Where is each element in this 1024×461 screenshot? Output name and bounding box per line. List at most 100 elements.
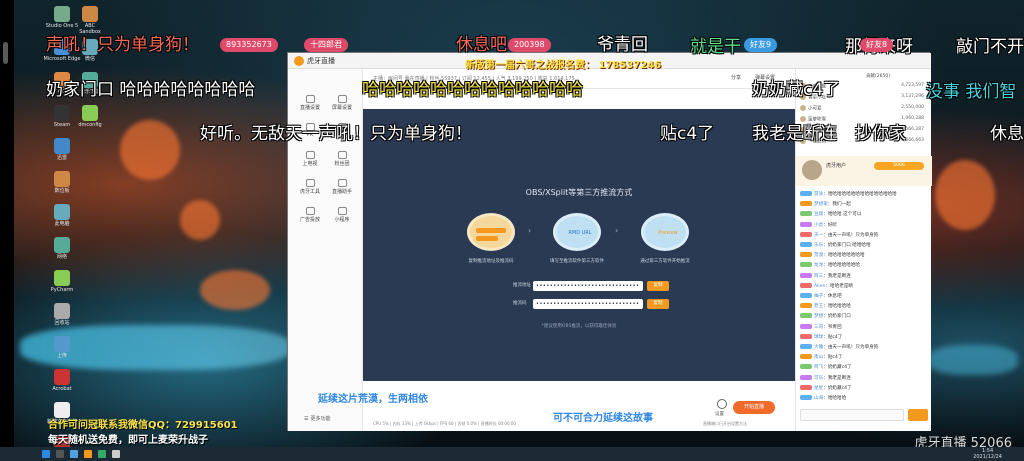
- windows-start-icon[interactable]: [42, 450, 50, 458]
- stream-url-field[interactable]: ••••••••••••••••••••••••••••••: [533, 281, 643, 291]
- desktop-shortcut-label: dmconfig: [78, 122, 102, 128]
- chat-message: 球球：贴c4了: [800, 333, 928, 343]
- gift-user-name: 虎牙用户: [826, 163, 847, 169]
- desktop-shortcut[interactable]: 迅雷: [40, 138, 84, 169]
- send-button[interactable]: [908, 409, 928, 421]
- nav-item[interactable]: 屏幕设置: [326, 93, 358, 115]
- port-tip-link[interactable]: 直播端口已开启设置方法: [703, 421, 747, 427]
- tiger-logo-icon: [294, 56, 304, 66]
- wechat-icon[interactable]: [98, 450, 106, 458]
- chat-user[interactable]: 老王: [814, 304, 823, 309]
- gear-icon[interactable]: [717, 399, 727, 409]
- nav-item[interactable]: 粉丝团: [326, 149, 358, 171]
- chat-user[interactable]: 小虎: [814, 223, 823, 228]
- fan-badge: [800, 282, 812, 288]
- chat-message: 三哥：爷青回: [800, 323, 928, 333]
- desktop-shortcut-label: 网络: [56, 254, 67, 260]
- edge-icon[interactable]: [70, 450, 78, 458]
- desktop-shortcut[interactable]: 上传: [40, 336, 84, 367]
- chat-message: 星星：奶奶藏c4了: [800, 384, 928, 394]
- chat-user[interactable]: 三哥: [814, 325, 823, 330]
- nav-item[interactable]: 小程序: [326, 205, 358, 227]
- fan-badge: [800, 313, 812, 319]
- desktop-shortcut[interactable]: 数位板: [40, 171, 84, 202]
- chat-user[interactable]: 山海: [814, 396, 823, 401]
- folder-icon[interactable]: [112, 450, 120, 458]
- nav-item[interactable]: 直播助手: [326, 177, 358, 199]
- settings-label: 设置: [715, 412, 724, 417]
- danmaku-badge: 十四郎君: [304, 38, 348, 52]
- copy-key-button[interactable]: 复制: [647, 299, 669, 309]
- desktop-shortcut[interactable]: Acrobat: [40, 369, 84, 400]
- search-icon[interactable]: [56, 450, 64, 458]
- fan-badge: [800, 374, 812, 380]
- nav-icon: [305, 151, 315, 159]
- chat-user[interactable]: 柚子: [814, 294, 823, 299]
- chat-user[interactable]: 阿飞: [814, 365, 823, 370]
- lake: [928, 345, 1018, 375]
- chat-user[interactable]: 豆腐: [814, 212, 823, 217]
- nav-item-label: 粉丝团: [334, 161, 350, 167]
- chat-text: 我老是断连: [827, 273, 851, 279]
- chat-message: 游泳：哈哈哈哈哈哈哈哈哈哈哈哈哈哈哈: [800, 191, 928, 200]
- nav-item[interactable]: 直播设置: [294, 93, 326, 115]
- nav-item-label: 广告投放: [299, 217, 320, 223]
- chat-user[interactable]: 梦想: [814, 314, 823, 319]
- chat-message: 天一：由天一声吼！只为单身狗: [800, 231, 928, 241]
- start-live-button[interactable]: 开始直播: [733, 401, 775, 414]
- chat-user[interactable]: 游泳: [814, 192, 823, 197]
- chat-text: 奶奶藏c4了: [827, 385, 852, 391]
- desktop-shortcut[interactable]: 此电脑: [40, 204, 84, 235]
- desktop-shortcut[interactable]: 回收站: [40, 303, 84, 334]
- chat-input[interactable]: [800, 409, 904, 421]
- nav-item[interactable]: 虎牙工具: [294, 177, 326, 199]
- chat-user[interactable]: 星星: [814, 386, 823, 391]
- chat-text: 由天一声吼！只为单身狗: [827, 345, 879, 350]
- chat-user[interactable]: 天一: [814, 233, 823, 238]
- share-button[interactable]: 分享: [731, 74, 741, 81]
- danmaku-badge: 893352673: [220, 38, 278, 52]
- bokeh-light: [935, 160, 995, 230]
- step3-caption: 通过第三方软件开始推流: [640, 259, 690, 264]
- stream-key-field[interactable]: ••••••••••••••••••••••••••••••: [533, 299, 643, 309]
- chat-text: 哈哈哈哈哈哈哈哈哈哈哈哈哈哈哈: [827, 192, 897, 197]
- nav-item-label: 直播设置: [299, 105, 320, 111]
- chat-user[interactable]: 龙龙: [814, 263, 823, 268]
- chat-message: 大锤：由天一声吼！只为单身狗: [800, 344, 928, 353]
- third-party-stream-panel: OBS/XSplit等第三方推流方式 › RMD URL › Preview 复…: [363, 109, 795, 381]
- chat-text: 哈哈老是断: [830, 283, 854, 289]
- desktop-shortcut[interactable]: dmconfig: [78, 105, 102, 136]
- copy-url-button[interactable]: 复制: [647, 281, 669, 291]
- chat-text: 哈哈哈哈哈: [827, 304, 851, 310]
- chat-user[interactable]: 南山: [814, 355, 823, 360]
- chat-user[interactable]: 球球: [814, 335, 823, 340]
- more-features-button[interactable]: ☰ 更多功能: [304, 415, 331, 423]
- danmaku-comment: 就是干: [690, 37, 741, 57]
- nav-item[interactable]: 广告投放: [294, 205, 326, 227]
- desktop-shortcut[interactable]: PyCharm: [40, 270, 84, 301]
- chat-user[interactable]: 阿三: [814, 274, 823, 279]
- chat-user[interactable]: 梦想家: [814, 202, 828, 207]
- rank-row[interactable]: 小可爱 2,550,000: [800, 105, 928, 113]
- nav-item[interactable]: 上电视: [294, 149, 326, 171]
- chat-user[interactable]: 荒漠: [814, 253, 823, 258]
- chat-message: 小虎：好听: [800, 221, 928, 231]
- app-icon: [54, 138, 70, 154]
- step1-caption: 复制推流地址及推流码: [468, 259, 514, 264]
- chat-user[interactable]: 可乐: [814, 376, 823, 381]
- nav-icon: [305, 95, 315, 103]
- rank-value: 2,550,000: [901, 105, 924, 110]
- huya-icon[interactable]: [84, 450, 92, 458]
- danmaku-comment: 贴c4了: [660, 124, 715, 144]
- chat-text: 好听: [827, 222, 838, 228]
- avatar: [802, 160, 822, 180]
- fan-badge: [800, 303, 812, 309]
- chat-message: 乐乐：奶奶家门口 哈哈哈哈: [800, 242, 928, 251]
- chat-user[interactable]: 乐乐: [814, 243, 823, 248]
- desktop-shortcut-label: 迅雷: [56, 155, 67, 161]
- stream-screenshot: Studio One 5 Microsoft Edge QQ Steam 迅雷 数位板 此电…: [0, 0, 1024, 461]
- desktop-shortcut[interactable]: 网络: [40, 237, 84, 268]
- obs-hint: *建议使用OBS推流，以获得最佳体验: [541, 324, 617, 329]
- chat-user[interactable]: Alien: [814, 284, 825, 289]
- chat-user[interactable]: 大锤: [814, 345, 823, 350]
